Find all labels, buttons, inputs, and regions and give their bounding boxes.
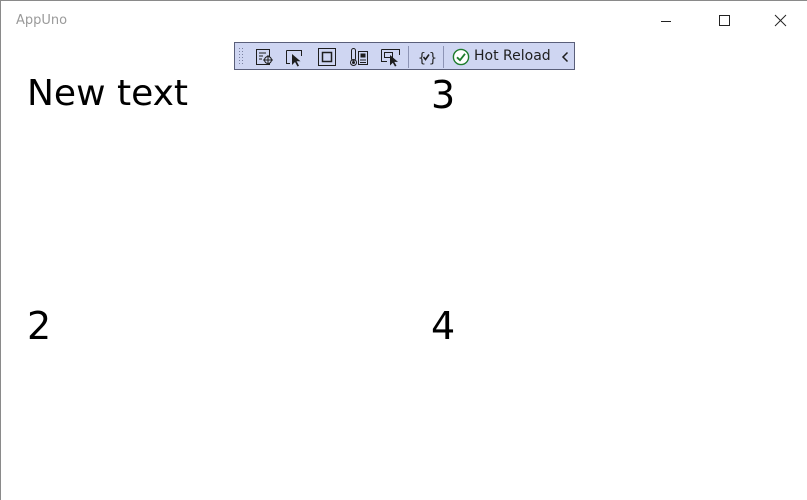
track-focused-element-button[interactable] bbox=[348, 47, 370, 67]
hot-reload-status-icon bbox=[452, 48, 470, 66]
select-element-icon bbox=[286, 50, 302, 67]
display-layout-adorners-icon bbox=[318, 48, 336, 66]
minimize-button[interactable] bbox=[638, 1, 694, 41]
select-element-button[interactable] bbox=[284, 47, 306, 67]
chevron-left-icon[interactable] bbox=[558, 48, 572, 66]
live-visual-tree-icon bbox=[256, 49, 273, 65]
xaml-runtime-toolbar: { } Hot Reload bbox=[234, 42, 575, 70]
display-layout-adorners-button[interactable] bbox=[316, 47, 338, 67]
toolbar-separator bbox=[443, 46, 444, 68]
live-visual-tree-button[interactable] bbox=[254, 47, 276, 67]
close-icon bbox=[774, 14, 787, 27]
track-focused-element-icon bbox=[350, 48, 368, 66]
display-layout-button[interactable] bbox=[380, 47, 402, 67]
title-bar[interactable]: AppUno bbox=[1, 1, 807, 41]
close-button[interactable] bbox=[752, 1, 807, 41]
toolbar-separator bbox=[408, 46, 409, 68]
grid-cell-top-right: 3 bbox=[431, 73, 456, 117]
app-window: AppUno {} Hot Reload New text 3 2 4 bbox=[0, 0, 807, 500]
hot-reload-button[interactable]: Hot Reload bbox=[474, 48, 551, 64]
window-title: AppUno bbox=[16, 13, 68, 28]
grid-cell-top-left: New text bbox=[27, 73, 189, 114]
grid-cell-bottom-right: 4 bbox=[431, 304, 456, 348]
xaml-binding-failures-icon: { } bbox=[418, 51, 437, 66]
maximize-icon bbox=[719, 15, 730, 26]
maximize-button[interactable] bbox=[696, 1, 752, 41]
display-layout-icon bbox=[381, 49, 400, 67]
svg-text:}: } bbox=[429, 51, 437, 66]
minimize-icon bbox=[661, 21, 671, 22]
grid-cell-bottom-left: 2 bbox=[27, 304, 52, 348]
toolbar-grip-icon[interactable] bbox=[238, 47, 246, 67]
xaml-binding-failures-button[interactable]: { } bbox=[416, 47, 438, 67]
